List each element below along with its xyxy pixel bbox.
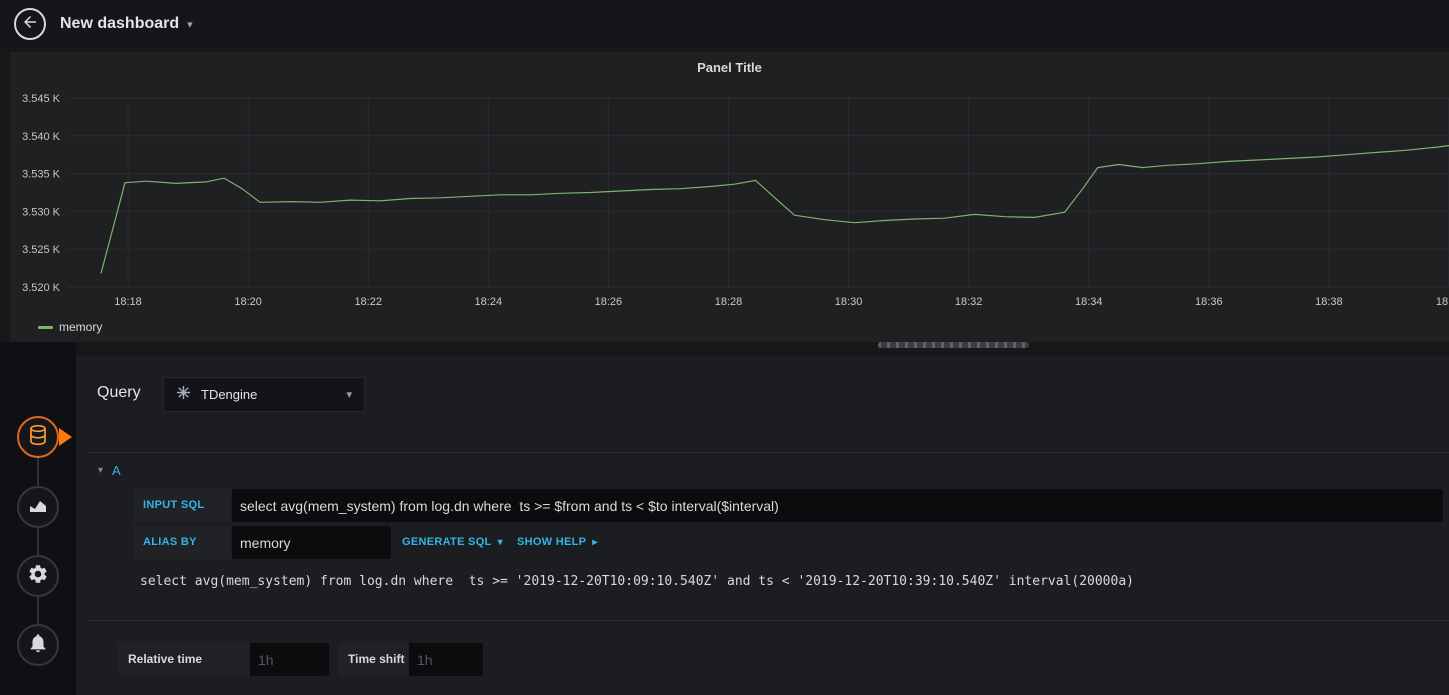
tab-alert[interactable]	[17, 624, 59, 666]
svg-text:18:36: 18:36	[1195, 296, 1223, 308]
svg-text:3.535 K: 3.535 K	[22, 169, 61, 181]
section-divider	[90, 620, 1449, 621]
active-tab-arrow-icon	[59, 428, 72, 446]
time-shift-field[interactable]	[409, 643, 483, 676]
svg-text:3.520 K: 3.520 K	[22, 282, 61, 294]
input-sql-field[interactable]	[232, 489, 1443, 522]
arrow-left-icon	[21, 13, 39, 36]
generate-sql-button[interactable]: GENERATE SQL ▾	[402, 526, 503, 559]
panel-title[interactable]: Panel Title	[10, 60, 1449, 75]
svg-text:18:22: 18:22	[354, 296, 382, 308]
svg-text:18:28: 18:28	[715, 296, 743, 308]
back-button[interactable]	[14, 8, 46, 40]
tabstrip-connector-line	[37, 437, 39, 645]
grafana-app: New dashboard ▾ 3.545 K 3.540 K 3.535 K 3.5…	[0, 0, 1449, 695]
chevron-down-icon: ▾	[187, 18, 193, 31]
tab-queries[interactable]	[17, 416, 59, 458]
query-ref-id: A	[112, 462, 121, 478]
gear-icon	[27, 563, 49, 590]
top-navbar: New dashboard ▾	[0, 0, 1449, 48]
svg-text:18:20: 18:20	[234, 296, 262, 308]
chevron-down-icon: ▾	[346, 389, 352, 401]
alias-by-field[interactable]	[232, 526, 391, 559]
time-series-chart[interactable]: 3.545 K 3.540 K 3.535 K 3.530 K 3.525 K 3.520…	[10, 52, 1449, 342]
legend-item-memory[interactable]: memory	[38, 320, 102, 334]
svg-text:3.545 K: 3.545 K	[22, 93, 61, 105]
svg-text:18:38: 18:38	[1315, 296, 1343, 308]
legend-series-label: memory	[59, 320, 103, 334]
legend-series-color	[38, 325, 53, 329]
section-divider	[90, 452, 1449, 453]
svg-text:18:18: 18:18	[114, 296, 142, 308]
relative-time-label: Relative time	[118, 643, 250, 676]
svg-text:18:26: 18:26	[595, 296, 623, 308]
svg-text:18:30: 18:30	[835, 296, 863, 308]
show-help-button[interactable]: SHOW HELP ▸	[517, 526, 598, 559]
svg-text:3.530 K: 3.530 K	[22, 206, 61, 218]
chevron-down-icon: ▾	[497, 537, 503, 548]
tab-general[interactable]	[17, 555, 59, 597]
dashboard-title-menu[interactable]: New dashboard ▾	[60, 0, 193, 48]
dashboard-title: New dashboard	[60, 15, 180, 32]
input-sql-label: INPUT SQL	[133, 489, 231, 522]
query-section-title: Query	[97, 384, 141, 401]
svg-text:3.525 K: 3.525 K	[22, 244, 61, 256]
tdengine-logo-icon	[176, 385, 191, 405]
triangle-right-icon: ▸	[592, 537, 598, 548]
datasource-picker[interactable]: TDengine ▾	[163, 377, 365, 412]
area-chart-icon	[26, 493, 50, 522]
svg-text:18:24: 18:24	[475, 296, 503, 308]
tab-visualization[interactable]	[17, 486, 59, 528]
svg-text:18: 18	[1436, 296, 1448, 308]
svg-text:18:32: 18:32	[955, 296, 983, 308]
show-help-label: SHOW HELP	[517, 536, 587, 548]
svg-text:3.540 K: 3.540 K	[22, 131, 61, 143]
database-icon	[26, 423, 50, 452]
bell-icon	[27, 632, 49, 659]
relative-time-field[interactable]	[250, 643, 329, 676]
panel-resize-handle[interactable]	[878, 342, 1029, 348]
alias-by-label: ALIAS BY	[133, 526, 231, 559]
graph-panel: 3.545 K 3.540 K 3.535 K 3.530 K 3.525 K 3.520…	[10, 52, 1449, 342]
time-shift-label: Time shift	[338, 643, 409, 676]
generate-sql-label: GENERATE SQL	[402, 536, 492, 548]
chevron-down-icon: ▾	[98, 464, 104, 476]
svg-text:18:34: 18:34	[1075, 296, 1103, 308]
generated-sql-preview: select avg(mem_system) from log.dn where…	[140, 574, 1134, 589]
query-ref-toggle[interactable]: ▾ A	[98, 458, 121, 482]
datasource-name: TDengine	[201, 387, 258, 402]
edit-tabstrip	[0, 342, 76, 695]
